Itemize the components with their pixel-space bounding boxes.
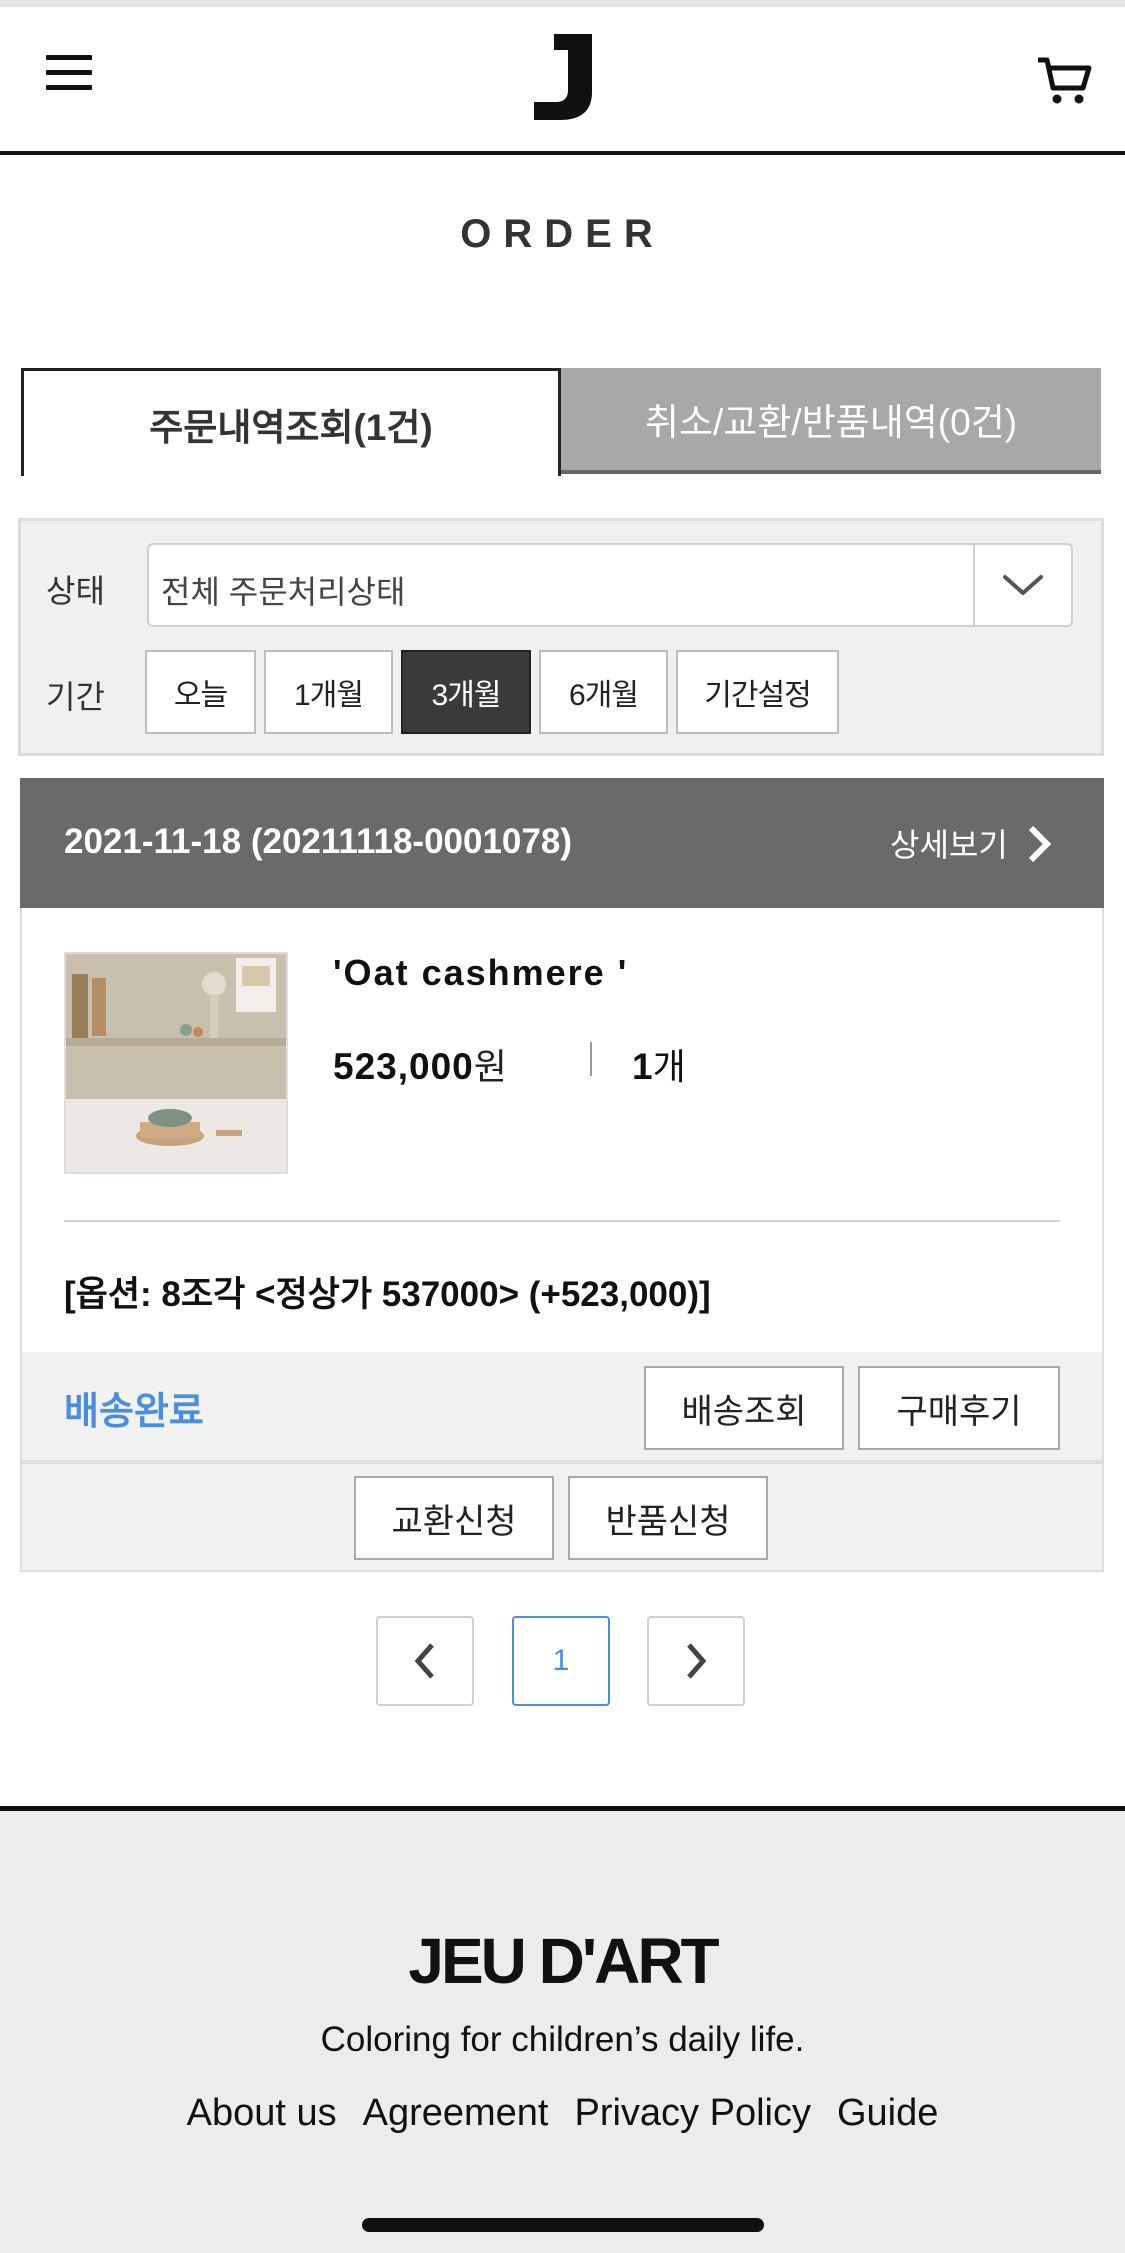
order-detail-link[interactable]: 상세보기 <box>890 820 1051 866</box>
hamburger-menu-icon[interactable] <box>46 52 96 92</box>
delivery-status: 배송완료 <box>64 1391 204 1433</box>
product-option: [옵션: 8조각 <정상가 537000> (+523,000)] <box>64 1275 711 1314</box>
status-select-value: 전체 주문처리상태 <box>161 574 406 610</box>
product-price: 523,000원 <box>333 1038 508 1090</box>
status-filter-label: 상태 <box>46 573 105 609</box>
product-quantity: 1개 <box>632 1038 686 1090</box>
home-indicator[interactable] <box>362 2218 764 2232</box>
period-custom-button[interactable]: 기간설정 <box>676 650 839 734</box>
page-title: ORDER <box>460 212 665 256</box>
chevron-down-icon[interactable] <box>973 545 1071 625</box>
tab-cancel-exchange-return[interactable]: 취소/교환/반품내역(0건) <box>561 368 1101 474</box>
product-name[interactable]: 'Oat cashmere ' <box>333 952 628 994</box>
write-review-button[interactable]: 구매후기 <box>858 1366 1060 1450</box>
product-thumbnail[interactable] <box>64 952 288 1174</box>
period-1month-button[interactable]: 1개월 <box>264 650 393 734</box>
track-delivery-button[interactable]: 배송조회 <box>644 1366 844 1450</box>
currency-unit: 원 <box>473 1046 508 1087</box>
price-value: 523,000 <box>333 1046 474 1087</box>
footer-link-about[interactable]: About us <box>187 2092 337 2135</box>
period-6month-button[interactable]: 6개월 <box>539 650 668 734</box>
chevron-right-icon <box>687 1643 707 1679</box>
footer-links: About us Agreement Privacy Policy Guide <box>0 2092 1125 2135</box>
footer-link-agreement[interactable]: Agreement <box>363 2092 549 2135</box>
detail-link-label: 상세보기 <box>890 827 1008 863</box>
page-1-button[interactable]: 1 <box>512 1616 610 1706</box>
footer-link-guide[interactable]: Guide <box>837 2092 938 2135</box>
period-filter-label: 기간 <box>46 679 105 715</box>
chevron-left-icon <box>414 1643 434 1679</box>
period-3month-button[interactable]: 3개월 <box>401 650 531 734</box>
status-bar-edge <box>0 0 1125 7</box>
period-today-button[interactable]: 오늘 <box>145 650 256 734</box>
item-divider <box>64 1220 1060 1222</box>
chevron-right-icon <box>1028 825 1051 863</box>
exchange-return-row <box>20 1462 1104 1572</box>
quantity-value: 1 <box>632 1046 653 1087</box>
footer-brand-logo: JEU D'ART <box>408 1925 719 1997</box>
site-logo[interactable] <box>530 34 596 120</box>
footer-link-privacy[interactable]: Privacy Policy <box>574 2092 811 2135</box>
price-qty-divider <box>590 1042 592 1076</box>
prev-page-button[interactable] <box>376 1616 474 1706</box>
quantity-unit: 개 <box>652 1046 686 1087</box>
tab-order-history[interactable]: 주문내역조회(1건) <box>21 368 561 476</box>
exchange-request-button[interactable]: 교환신청 <box>354 1476 554 1560</box>
shopping-cart-icon[interactable] <box>1036 54 1092 106</box>
order-date-number: 2021-11-18 (20211118-0001078) <box>64 822 572 861</box>
status-select[interactable]: 전체 주문처리상태 <box>147 543 1073 627</box>
next-page-button[interactable] <box>647 1616 745 1706</box>
footer-tagline: Coloring for children’s daily life. <box>320 2020 805 2059</box>
return-request-button[interactable]: 반품신청 <box>568 1476 768 1560</box>
